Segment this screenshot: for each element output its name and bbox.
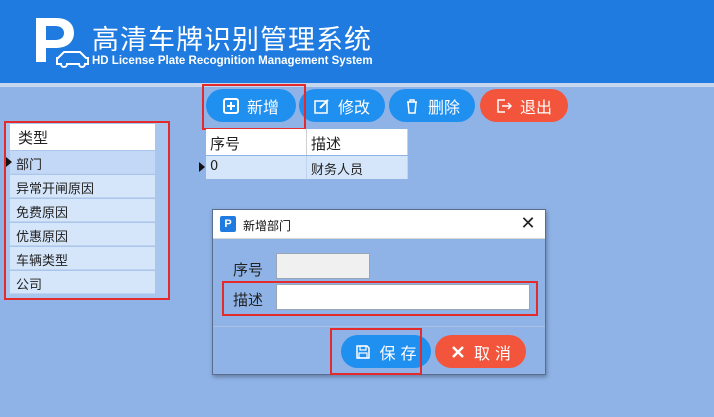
close-x-icon	[452, 345, 464, 358]
cancel-button[interactable]: 取 消	[435, 335, 526, 368]
grid-cell-desc[interactable]: 财务人员	[307, 156, 408, 179]
grid-header-desc[interactable]: 描述	[307, 129, 408, 155]
category-item-free-reason[interactable]: 免费原因	[10, 199, 155, 222]
app-title: 高清车牌识别管理系统	[92, 25, 372, 56]
category-item-department[interactable]: 部门	[10, 151, 155, 174]
delete-button[interactable]: 删除	[389, 89, 475, 122]
add-button-label: 新增	[246, 97, 279, 117]
category-item-abnormal-gate[interactable]: 异常开闸原因	[10, 175, 155, 198]
category-item-discount-reason[interactable]: 优惠原因	[10, 223, 155, 246]
dialog-titlebar: P 新增部门 ✕	[213, 210, 545, 239]
dialog-app-icon: P	[220, 216, 236, 232]
exit-button-label: 退出	[519, 97, 552, 117]
current-row-marker-icon	[6, 157, 12, 167]
category-item-company[interactable]: 公司	[10, 271, 155, 294]
add-icon	[222, 97, 239, 114]
parking-car-logo-icon	[36, 18, 89, 68]
app-header: 高清车牌识别管理系统 HD License Plate Recognition …	[0, 0, 714, 83]
save-icon	[356, 344, 371, 359]
edit-icon	[314, 98, 329, 114]
add-department-dialog: P 新增部门 ✕ 序号 描述 保 存 取 消	[212, 209, 546, 375]
edit-button-label: 修改	[337, 97, 370, 117]
save-button-label: 保 存	[379, 343, 417, 363]
trash-icon	[406, 98, 417, 114]
grid-cell-seq[interactable]: 0	[206, 156, 307, 179]
save-button[interactable]: 保 存	[341, 335, 431, 368]
seq-field[interactable]	[276, 253, 370, 279]
delete-button-label: 删除	[427, 97, 460, 117]
desc-field[interactable]	[276, 284, 530, 310]
dialog-title: 新增部门	[243, 219, 292, 233]
desc-label: 描述	[233, 291, 264, 309]
cancel-button-label: 取 消	[473, 343, 512, 363]
header-divider	[0, 83, 714, 87]
app-subtitle: HD License Plate Recognition Management …	[92, 55, 373, 67]
grid-header-seq[interactable]: 序号	[206, 129, 307, 155]
add-button[interactable]: 新增	[206, 89, 296, 122]
category-item-vehicle-type[interactable]: 车辆类型	[10, 247, 155, 270]
exit-icon	[497, 98, 512, 113]
close-icon[interactable]: ✕	[518, 213, 538, 234]
exit-button[interactable]: 退出	[480, 89, 568, 122]
seq-label: 序号	[233, 261, 264, 279]
edit-button[interactable]: 修改	[299, 89, 385, 122]
dialog-separator	[213, 326, 545, 327]
grid-row-marker-icon	[199, 162, 205, 172]
category-header: 类型	[10, 124, 155, 150]
